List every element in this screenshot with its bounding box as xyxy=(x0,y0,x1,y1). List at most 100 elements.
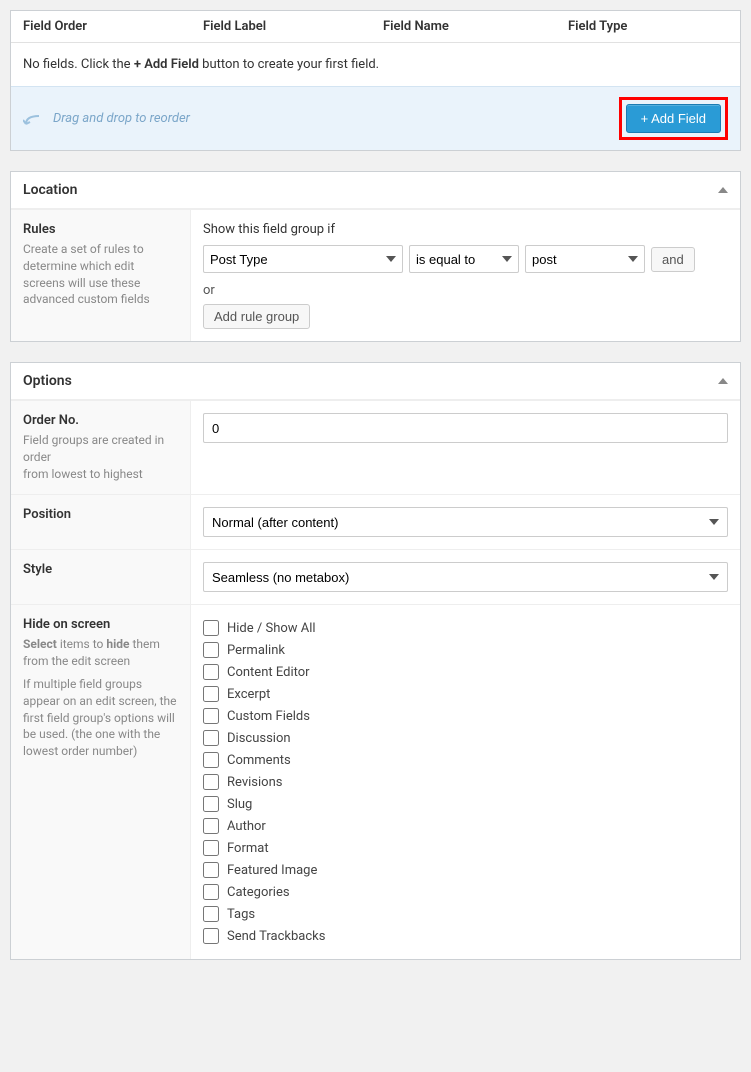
hide-item: Content Editor xyxy=(203,661,728,683)
hide-desc-mid: items to xyxy=(57,637,107,651)
rules-label: Rules xyxy=(23,222,178,237)
location-panel: Location Rules Create a set of rules to … xyxy=(10,171,741,342)
reorder-hint-text: Drag and drop to reorder xyxy=(53,111,190,126)
hide-item: Custom Fields xyxy=(203,705,728,727)
hide-item: Featured Image xyxy=(203,859,728,881)
hide-item-label: Revisions xyxy=(227,775,282,790)
hide-item: Categories xyxy=(203,881,728,903)
hide-item-label: Author xyxy=(227,819,266,834)
msg-bold: + Add Field xyxy=(134,57,199,72)
add-field-button[interactable]: + Add Field xyxy=(626,104,721,133)
fields-footer: Drag and drop to reorder + Add Field xyxy=(11,86,740,150)
order-no-meta: Order No. Field groups are created in or… xyxy=(11,401,191,494)
hide-item-label: Hide / Show All xyxy=(227,621,316,636)
hide-item-label: Excerpt xyxy=(227,687,270,702)
options-panel: Options Order No. Field groups are creat… xyxy=(10,362,741,960)
hide-item: Excerpt xyxy=(203,683,728,705)
rules-desc: Create a set of rules to determine which… xyxy=(23,241,178,308)
reorder-hint: Drag and drop to reorder xyxy=(23,110,190,128)
style-select[interactable]: Seamless (no metabox) xyxy=(203,562,728,592)
hide-item-label: Slug xyxy=(227,797,252,812)
hide-checkbox[interactable] xyxy=(203,620,219,636)
col-header-order: Field Order xyxy=(11,19,191,34)
hide-item: Format xyxy=(203,837,728,859)
hide-checkbox[interactable] xyxy=(203,774,219,790)
hide-checkbox[interactable] xyxy=(203,906,219,922)
options-toggle[interactable]: Options xyxy=(11,363,740,400)
collapse-icon xyxy=(718,187,728,193)
no-fields-message: No fields. Click the + Add Field button … xyxy=(11,43,740,86)
hide-item: Permalink xyxy=(203,639,728,661)
hide-desc: Select items to hide them from the edit … xyxy=(23,636,178,760)
hide-on-screen-list: Hide / Show All Permalink Content Editor Ex… xyxy=(203,617,728,947)
style-label: Style xyxy=(23,562,178,577)
hide-desc-hide: hide xyxy=(106,637,129,651)
order-no-desc-1: Field groups are created in order xyxy=(23,433,164,464)
position-label: Position xyxy=(23,507,178,522)
hide-item: Author xyxy=(203,815,728,837)
hide-item-label: Send Trackbacks xyxy=(227,929,325,944)
hide-checkbox[interactable] xyxy=(203,928,219,944)
hide-meta: Hide on screen Select items to hide them… xyxy=(11,605,191,959)
order-no-desc: Field groups are created in order from l… xyxy=(23,432,178,482)
hide-item: Comments xyxy=(203,749,728,771)
hide-item-label: Permalink xyxy=(227,643,285,658)
col-header-name: Field Name xyxy=(371,19,556,34)
location-title: Location xyxy=(23,182,77,198)
hide-desc-2: If multiple field groups appear on an ed… xyxy=(23,676,178,760)
hide-item: Slug xyxy=(203,793,728,815)
rules-meta: Rules Create a set of rules to determine… xyxy=(11,210,191,341)
position-select[interactable]: Normal (after content) xyxy=(203,507,728,537)
col-header-label: Field Label xyxy=(191,19,371,34)
msg-pre: No fields. Click the xyxy=(23,57,134,72)
msg-post: button to create your first field. xyxy=(199,57,379,72)
hide-item-label: Discussion xyxy=(227,731,291,746)
or-label: or xyxy=(203,283,728,298)
hide-checkbox[interactable] xyxy=(203,840,219,856)
rules-body: Show this field group if Post Type is eq… xyxy=(191,210,740,341)
hide-item: Send Trackbacks xyxy=(203,925,728,947)
position-meta: Position xyxy=(11,495,191,549)
style-meta: Style xyxy=(11,550,191,604)
hide-item-label: Format xyxy=(227,841,269,856)
reorder-arrow-icon xyxy=(23,110,45,128)
hide-checkbox[interactable] xyxy=(203,642,219,658)
options-title: Options xyxy=(23,373,72,389)
fields-header-row: Field Order Field Label Field Name Field… xyxy=(11,11,740,43)
hide-item: Discussion xyxy=(203,727,728,749)
hide-item: Tags xyxy=(203,903,728,925)
hide-checkbox[interactable] xyxy=(203,730,219,746)
add-rule-group-button[interactable]: Add rule group xyxy=(203,304,310,329)
fields-panel: Field Order Field Label Field Name Field… xyxy=(10,10,741,151)
hide-item-label: Tags xyxy=(227,907,255,922)
hide-item: Revisions xyxy=(203,771,728,793)
hide-item-label: Comments xyxy=(227,753,291,768)
rule-param-select[interactable]: Post Type xyxy=(203,245,403,273)
hide-item-label: Custom Fields xyxy=(227,709,310,724)
order-no-desc-2: from lowest to highest xyxy=(23,467,143,481)
rule-line: Post Type is equal to post and xyxy=(203,245,728,273)
hide-desc-select: Select xyxy=(23,637,57,651)
hide-checkbox[interactable] xyxy=(203,818,219,834)
hide-checkbox[interactable] xyxy=(203,752,219,768)
col-header-type: Field Type xyxy=(556,19,740,34)
hide-checkbox[interactable] xyxy=(203,796,219,812)
order-no-input[interactable] xyxy=(203,413,728,443)
location-toggle[interactable]: Location xyxy=(11,172,740,209)
add-field-highlight: + Add Field xyxy=(619,97,728,140)
hide-checkbox[interactable] xyxy=(203,664,219,680)
hide-checkbox[interactable] xyxy=(203,862,219,878)
hide-checkbox[interactable] xyxy=(203,708,219,724)
hide-item: Hide / Show All xyxy=(203,617,728,639)
hide-item-label: Content Editor xyxy=(227,665,310,680)
hide-checkbox[interactable] xyxy=(203,884,219,900)
hide-label: Hide on screen xyxy=(23,617,178,632)
hide-item-label: Featured Image xyxy=(227,863,317,878)
hide-checkbox[interactable] xyxy=(203,686,219,702)
hide-item-label: Categories xyxy=(227,885,290,900)
rule-operator-select[interactable]: is equal to xyxy=(409,245,519,273)
rule-and-button[interactable]: and xyxy=(651,247,695,272)
rule-value-select[interactable]: post xyxy=(525,245,645,273)
show-if-label: Show this field group if xyxy=(203,222,728,237)
order-no-label: Order No. xyxy=(23,413,178,428)
